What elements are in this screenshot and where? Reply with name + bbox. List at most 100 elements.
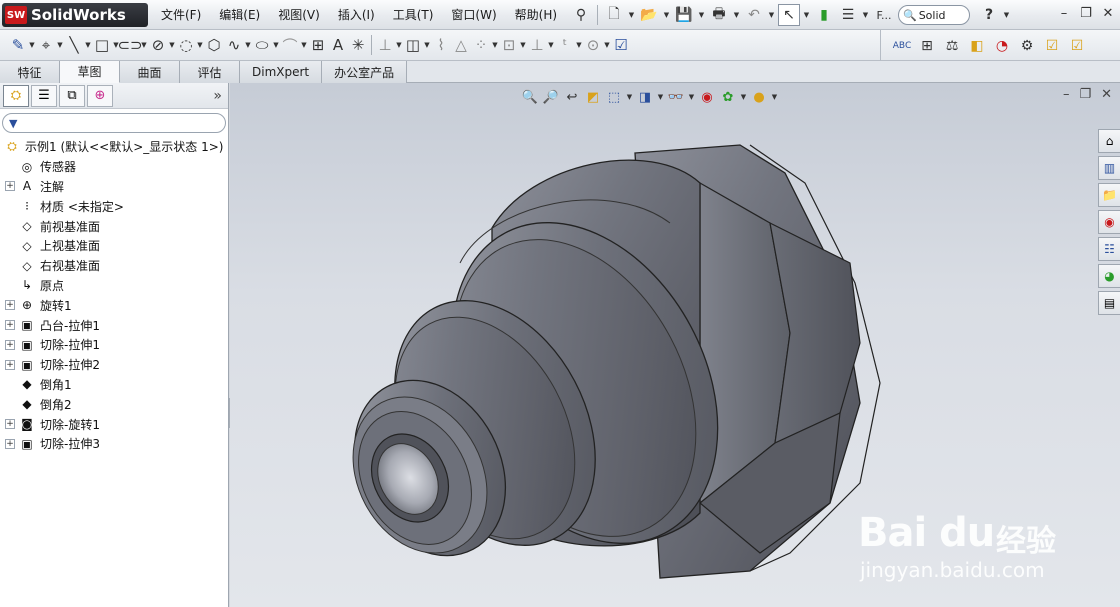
chevron-down-icon[interactable]: ▼ <box>491 34 499 56</box>
options-icon[interactable]: ☰ <box>837 4 859 26</box>
new-document-icon[interactable]: 🗋 <box>603 4 625 26</box>
text-icon[interactable]: A <box>328 34 348 56</box>
chevron-down-icon[interactable]: ▼ <box>575 34 583 56</box>
tree-item[interactable]: + ◙ 切除-旋转1 <box>0 414 228 434</box>
tab-dimxpert[interactable]: DimXpert <box>240 61 323 83</box>
check-icon[interactable]: ⚙ <box>1016 35 1038 57</box>
spell-check-icon[interactable]: ABC <box>891 35 913 57</box>
menu-view[interactable]: 视图(V) <box>269 4 329 26</box>
tab-evaluate[interactable]: 评估 <box>180 61 240 83</box>
save-icon[interactable]: 💾 <box>673 4 695 26</box>
feature-manager-icon[interactable]: ⛭ <box>3 84 29 107</box>
menu-help[interactable]: 帮助(H) <box>506 4 566 26</box>
tab-office-products[interactable]: 办公室产品 <box>322 61 408 83</box>
solidworks-logo[interactable]: SW SolidWorks <box>2 3 148 27</box>
quick-snaps-icon[interactable]: ⊙ <box>583 34 603 56</box>
tree-item[interactable]: + A 注解 <box>0 177 228 197</box>
repair-icon[interactable]: ᵗ <box>555 34 575 56</box>
expand-toggle-icon[interactable]: + <box>5 339 15 350</box>
tree-item[interactable]: ◎ 传感器 <box>0 157 228 177</box>
menu-tools[interactable]: 工具(T) <box>384 4 443 26</box>
tree-item[interactable]: ◆ 倒角1 <box>0 375 228 395</box>
search-field[interactable]: 🔍 Solid <box>898 5 970 25</box>
view-palette-icon[interactable]: ◉ <box>1098 210 1120 234</box>
chevron-down-icon[interactable]: ▼ <box>168 34 176 56</box>
expand-toggle-icon[interactable]: + <box>5 320 15 331</box>
tree-item[interactable]: ◇ 右视基准面 <box>0 256 228 276</box>
expand-toggle-icon[interactable]: + <box>5 438 15 449</box>
chevron-down-icon[interactable]: ▼ <box>627 4 636 26</box>
close-icon[interactable]: ✕ <box>1100 4 1116 22</box>
chevron-down-icon[interactable]: ▼ <box>272 34 280 56</box>
chevron-down-icon[interactable]: ▼ <box>1002 4 1011 26</box>
rectangle-icon[interactable]: □ <box>92 34 112 56</box>
checkbox-icon[interactable]: ☑ <box>1041 35 1063 57</box>
sketch-icon[interactable]: ✎ <box>8 34 28 56</box>
point-icon[interactable]: ✳ <box>348 34 368 56</box>
tree-item[interactable]: + ⊕ 旋转1 <box>0 295 228 315</box>
chevron-down-icon[interactable]: ▼ <box>732 4 741 26</box>
expand-toggle-icon[interactable]: + <box>5 181 15 192</box>
chevron-down-icon[interactable]: ▼ <box>603 34 611 56</box>
chevron-down-icon[interactable]: ▼ <box>56 34 64 56</box>
configuration-manager-icon[interactable]: ⧉ <box>59 84 85 107</box>
chevron-down-icon[interactable]: ▼ <box>767 4 776 26</box>
chevron-down-icon[interactable]: ▼ <box>28 34 36 56</box>
chevron-down-icon[interactable]: ▼ <box>861 4 870 26</box>
menu-window[interactable]: 窗口(W) <box>442 4 505 26</box>
traffic-light-icon[interactable]: ▮ <box>813 4 835 26</box>
design-library-icon[interactable]: ▥ <box>1098 156 1120 180</box>
mass-properties-icon[interactable]: ⚖ <box>941 35 963 57</box>
expand-icon[interactable]: » <box>213 88 222 104</box>
file-explorer-icon[interactable]: 📁 <box>1098 183 1120 207</box>
chevron-down-icon[interactable]: ▼ <box>547 34 555 56</box>
open-icon[interactable]: 📂 <box>638 4 660 26</box>
chevron-down-icon[interactable]: ▼ <box>423 34 431 56</box>
tab-features[interactable]: 特征 <box>0 61 60 83</box>
smart-dimension-icon[interactable]: ⌖ <box>36 34 56 56</box>
tree-item[interactable]: ◇ 上视基准面 <box>0 236 228 256</box>
mirror-icon[interactable]: ⊥ <box>375 34 395 56</box>
tab-sketch[interactable]: 草图 <box>60 61 120 83</box>
chevron-down-icon[interactable]: ▼ <box>802 4 811 26</box>
tree-item[interactable]: ⁝ 材质 <未指定> <box>0 196 228 216</box>
linear-pattern-icon[interactable]: ⁘ <box>471 34 491 56</box>
menu-file[interactable]: 文件(F) <box>152 4 210 26</box>
statistics-icon[interactable]: ◔ <box>991 35 1013 57</box>
undo-icon[interactable]: ↶ <box>743 4 765 26</box>
tree-item[interactable]: ↳ 原点 <box>0 276 228 296</box>
feature-filter-input[interactable]: ▼ <box>2 113 226 133</box>
select-icon[interactable]: ↖ <box>778 4 800 26</box>
rapid-sketch-icon[interactable]: ☑ <box>611 34 631 56</box>
custom-properties-icon[interactable]: ◕ <box>1098 264 1120 288</box>
chevron-down-icon[interactable]: ▼ <box>662 4 671 26</box>
tree-item[interactable]: + ▣ 切除-拉伸1 <box>0 335 228 355</box>
print-icon[interactable]: 🖶 <box>708 4 730 26</box>
appearances-icon[interactable]: ☷ <box>1098 237 1120 261</box>
checkbox-icon[interactable]: ☑ <box>1066 35 1088 57</box>
chevron-down-icon[interactable]: ▼ <box>140 34 148 56</box>
tree-item[interactable]: + ▣ 切除-拉伸3 <box>0 434 228 454</box>
chevron-down-icon[interactable]: ▼ <box>84 34 92 56</box>
chevron-down-icon[interactable]: ▼ <box>300 34 308 56</box>
expand-toggle-icon[interactable]: + <box>5 359 15 370</box>
minimize-icon[interactable]: – <box>1056 4 1072 22</box>
move-icon[interactable]: ⊡ <box>499 34 519 56</box>
trim-icon[interactable]: ⌇ <box>431 34 451 56</box>
expand-toggle-icon[interactable]: + <box>5 419 15 430</box>
menu-insert[interactable]: 插入(I) <box>329 4 384 26</box>
spline-icon[interactable]: ∿ <box>224 34 244 56</box>
slot-icon[interactable]: ⊂⊃ <box>117 34 142 56</box>
help-icon[interactable]: ? <box>978 4 1000 26</box>
center-arc-icon[interactable]: ◌ <box>176 34 196 56</box>
tab-surfaces[interactable]: 曲面 <box>120 61 180 83</box>
tree-item[interactable]: + ▣ 凸台-拉伸1 <box>0 315 228 335</box>
document-recovery-icon[interactable]: ▤ <box>1098 291 1120 315</box>
polygon-icon[interactable]: ⬡ <box>204 34 224 56</box>
circle-icon[interactable]: ⊘ <box>148 34 168 56</box>
tree-item[interactable]: ◇ 前视基准面 <box>0 216 228 236</box>
expand-toggle-icon[interactable]: + <box>5 300 15 311</box>
chevron-down-icon[interactable]: ▼ <box>244 34 252 56</box>
tree-root[interactable]: ⛭ 示例1 (默认<<默认>_显示状态 1>) <box>0 137 228 157</box>
tree-item[interactable]: ◆ 倒角2 <box>0 394 228 414</box>
